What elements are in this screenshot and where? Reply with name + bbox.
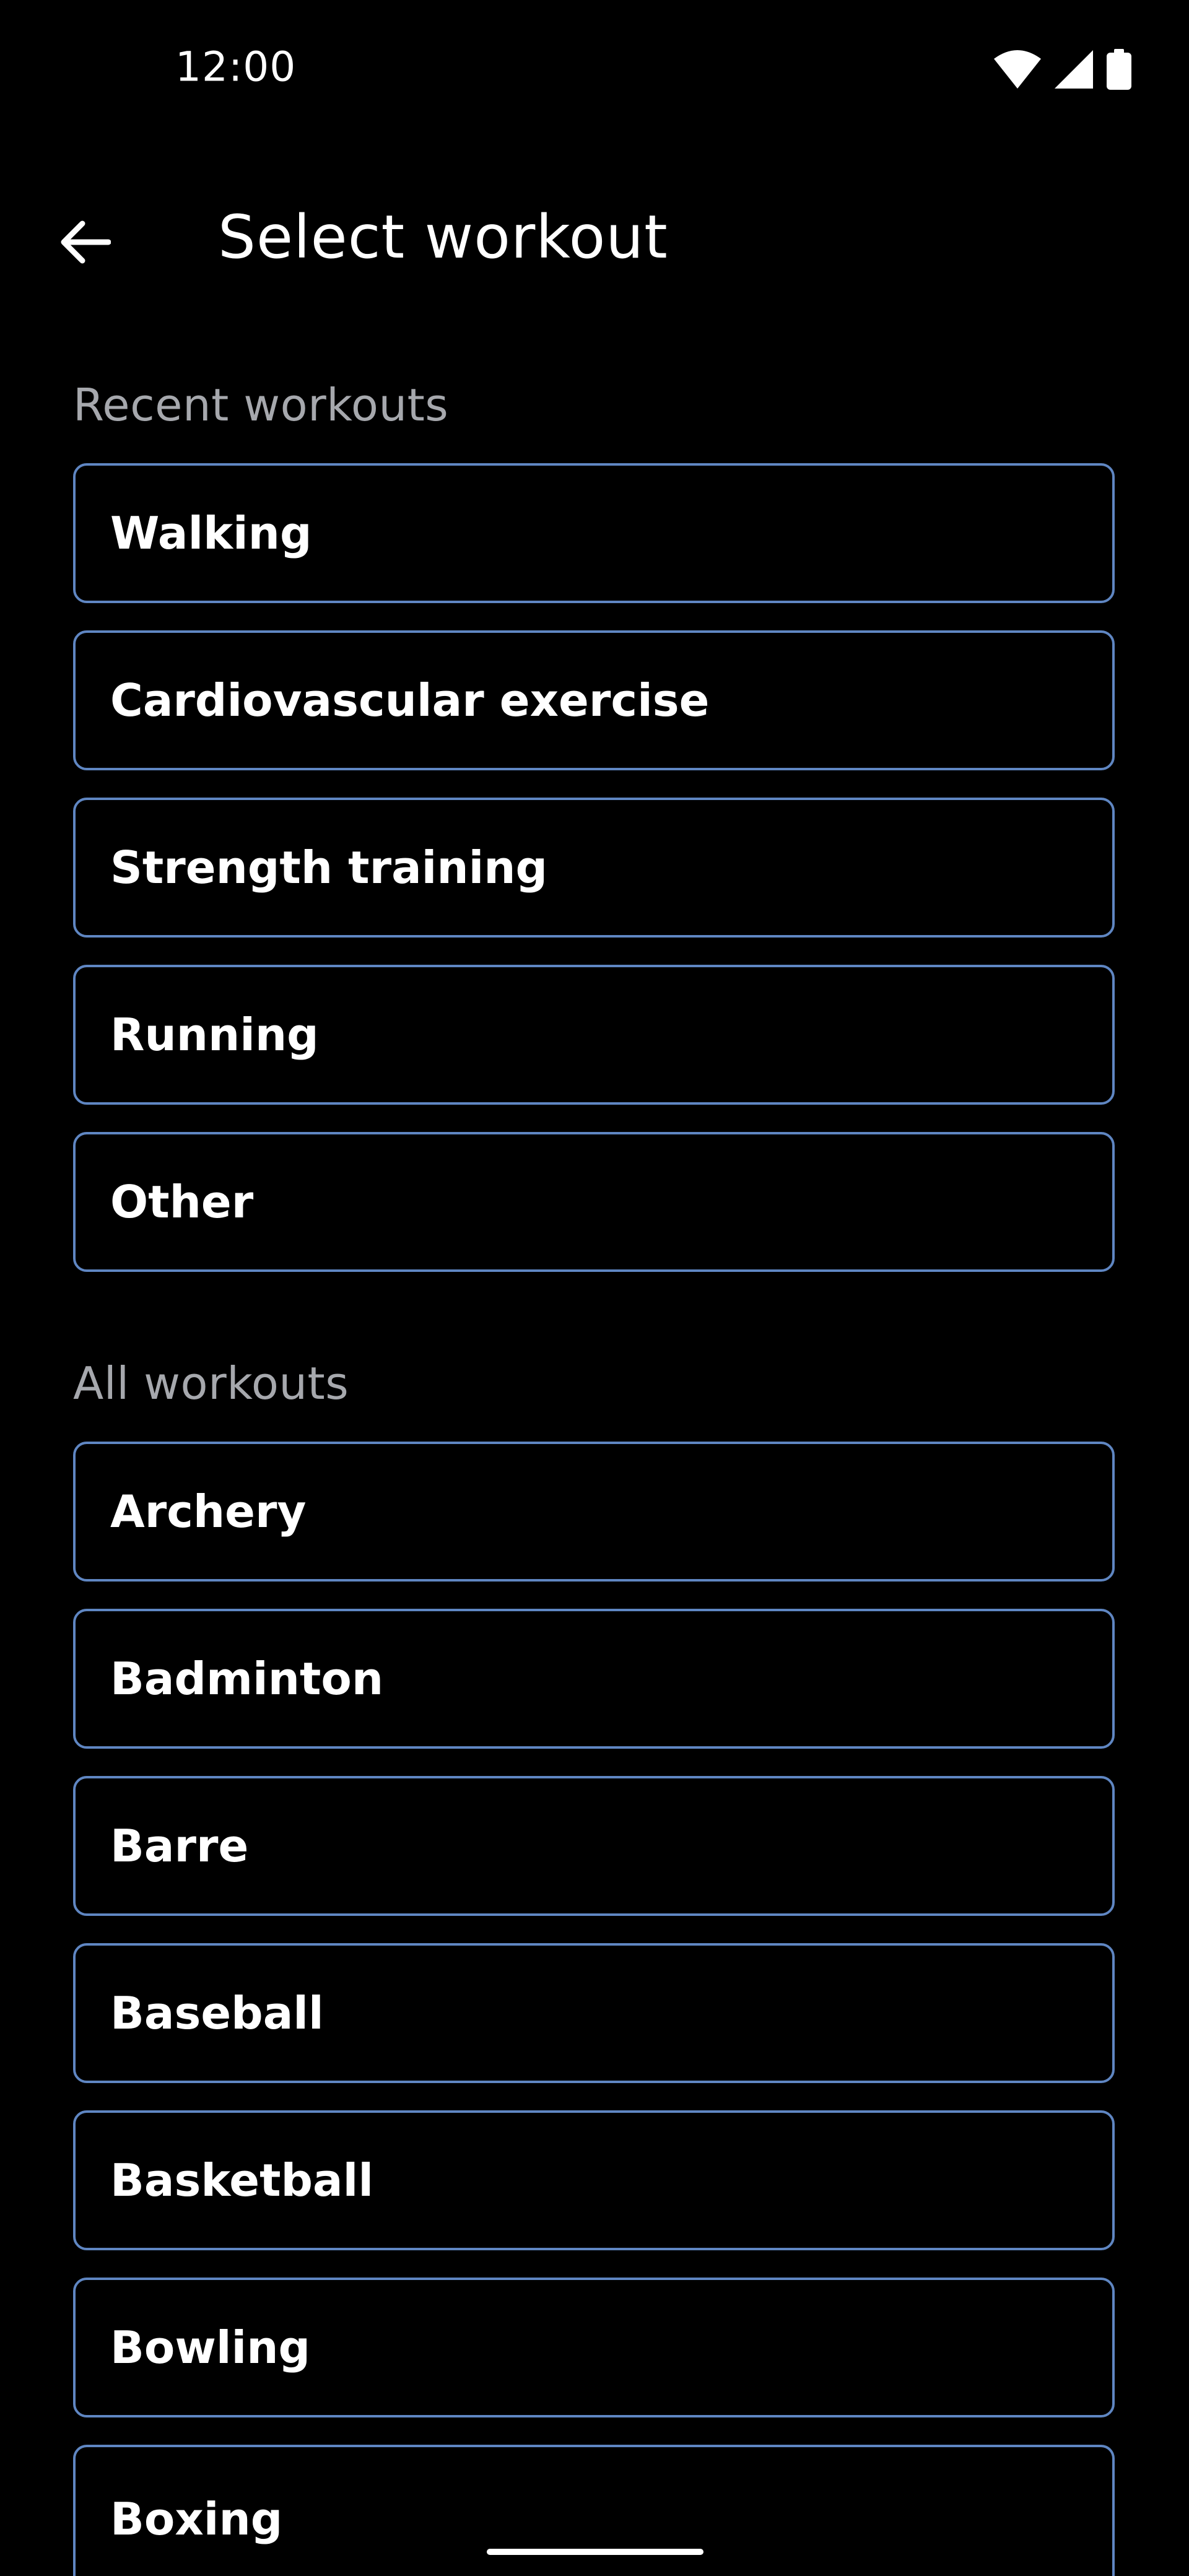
workout-item-boxing[interactable]: Boxing xyxy=(73,2445,1115,2576)
workout-label: Running xyxy=(110,1009,319,1061)
home-indicator[interactable] xyxy=(487,2549,703,2555)
workout-item-basketball[interactable]: Basketball xyxy=(73,2110,1115,2250)
all-workouts-header: All workouts xyxy=(73,1357,349,1409)
workout-label: Basketball xyxy=(110,2154,374,2206)
cellular-signal-icon xyxy=(1055,50,1093,89)
workout-item-archery[interactable]: Archery xyxy=(73,1442,1115,1582)
workout-label: Cardiovascular exercise xyxy=(110,674,710,726)
workout-label: Baseball xyxy=(110,1987,324,2039)
wifi-icon xyxy=(994,50,1041,89)
workout-label: Archery xyxy=(110,1486,307,1538)
battery-icon xyxy=(1107,49,1131,90)
page-title: Select workout xyxy=(218,202,668,272)
workout-label: Strength training xyxy=(110,842,548,894)
workout-label: Walking xyxy=(110,507,312,559)
workout-item-walking[interactable]: Walking xyxy=(73,463,1115,603)
workout-item-cardiovascular-exercise[interactable]: Cardiovascular exercise xyxy=(73,630,1115,770)
workout-item-strength-training[interactable]: Strength training xyxy=(73,798,1115,938)
status-time: 12:00 xyxy=(175,43,297,91)
workout-item-baseball[interactable]: Baseball xyxy=(73,1943,1115,2083)
workout-item-other[interactable]: Other xyxy=(73,1132,1115,1272)
workout-item-barre[interactable]: Barre xyxy=(73,1776,1115,1916)
status-bar: 12:00 xyxy=(0,0,1189,93)
workout-item-running[interactable]: Running xyxy=(73,965,1115,1105)
recent-workouts-header: Recent workouts xyxy=(73,379,449,431)
workout-label: Boxing xyxy=(110,2493,283,2545)
workout-label: Badminton xyxy=(110,1653,384,1705)
arrow-left-icon xyxy=(59,220,111,267)
status-icons xyxy=(994,49,1131,90)
workout-label: Bowling xyxy=(110,2321,311,2374)
workout-item-badminton[interactable]: Badminton xyxy=(73,1609,1115,1749)
workout-label: Barre xyxy=(110,1820,249,1872)
workout-label: Other xyxy=(110,1176,254,1228)
workout-item-bowling[interactable]: Bowling xyxy=(73,2278,1115,2417)
back-button[interactable] xyxy=(45,203,125,284)
